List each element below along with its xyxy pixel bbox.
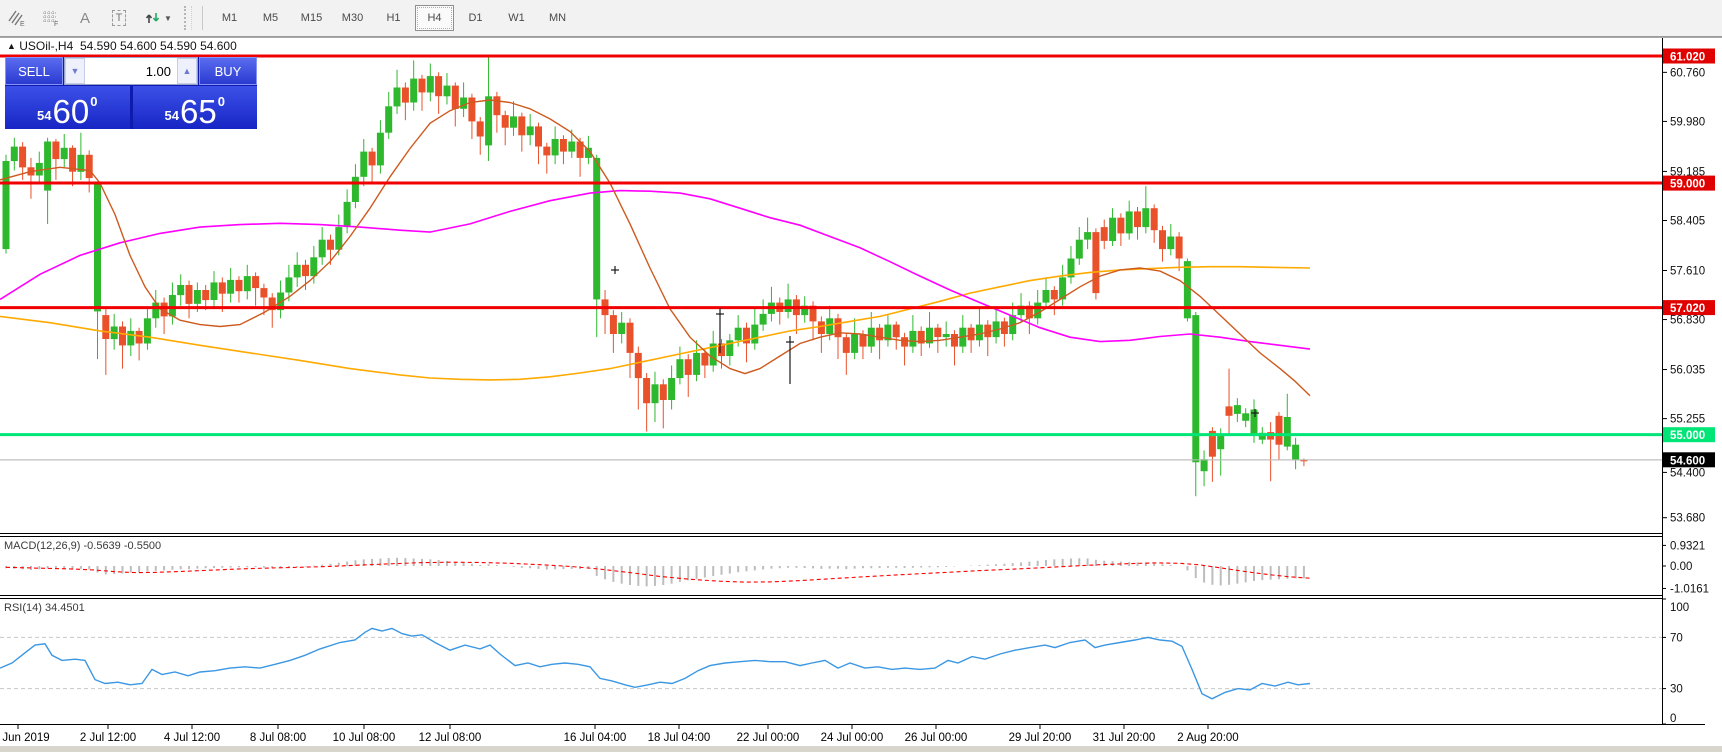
tf-button-W1[interactable]: W1 xyxy=(497,5,536,31)
pattern-e-icon[interactable]: E xyxy=(2,4,32,32)
date-axis: 28 Jun 2019 2 Jul 12:00 4 Jul 12:00 8 Jul 0… xyxy=(0,724,1239,744)
dropdown-caret-icon: ▼ xyxy=(164,14,172,23)
ask-price-big: 65 xyxy=(180,98,217,126)
cycle-arrows-icon[interactable]: ▼ xyxy=(138,4,178,32)
macd-signal-value: -0.5500 xyxy=(124,540,161,552)
svg-text:31 Jul 20:00: 31 Jul 20:00 xyxy=(1093,732,1156,744)
svg-text:16 Jul 04:00: 16 Jul 04:00 xyxy=(564,732,627,744)
svg-text:58.405: 58.405 xyxy=(1670,215,1705,227)
svg-text:100: 100 xyxy=(1670,602,1689,614)
tf-button-H4[interactable]: H4 xyxy=(415,5,454,31)
svg-text:8 Jul 08:00: 8 Jul 08:00 xyxy=(250,732,306,744)
svg-text:4 Jul 12:00: 4 Jul 12:00 xyxy=(164,732,220,744)
macd-main-value: -0.5639 xyxy=(83,540,120,552)
svg-text:56.035: 56.035 xyxy=(1670,365,1705,377)
svg-text:28 Jun 2019: 28 Jun 2019 xyxy=(0,732,50,744)
volume-stepper: ▼ 1.00 ▲ xyxy=(64,57,198,85)
timeframe-group: M1M5M15M30H1H4D1W1MN xyxy=(209,5,578,31)
buy-button[interactable]: BUY xyxy=(199,57,257,85)
volume-increment-button[interactable]: ▲ xyxy=(177,58,197,84)
svg-text:59.000: 59.000 xyxy=(1670,179,1705,191)
svg-text:12 Jul 08:00: 12 Jul 08:00 xyxy=(419,732,482,744)
svg-text:0.00: 0.00 xyxy=(1670,561,1692,573)
svg-text:0: 0 xyxy=(1670,713,1676,725)
svg-text:26 Jul 00:00: 26 Jul 00:00 xyxy=(905,732,968,744)
trading-terminal-window: 61.02060.76059.98059.18559.00058.40557.6… xyxy=(0,0,1722,752)
svg-text:24 Jul 00:00: 24 Jul 00:00 xyxy=(821,732,884,744)
svg-text:54.600: 54.600 xyxy=(1670,455,1705,467)
macd-label: MACD(12,26,9) -0.5639 -0.5500 xyxy=(4,540,161,552)
svg-text:0.9321: 0.9321 xyxy=(1670,540,1705,552)
tf-button-M1[interactable]: M1 xyxy=(210,5,249,31)
rsi-label: RSI(14) 34.4501 xyxy=(4,602,85,614)
svg-text:57.610: 57.610 xyxy=(1670,265,1705,277)
svg-text:E: E xyxy=(20,21,25,27)
chart-title[interactable]: ▲ USOil-,H4 54.590 54.600 54.590 54.600 xyxy=(7,39,237,53)
tf-button-M15[interactable]: M15 xyxy=(292,5,331,31)
toolbar: E F A T ▼ M1M5M15M30H1H4D1W1MN xyxy=(0,0,1722,37)
text-tool-icon[interactable]: T xyxy=(104,4,134,32)
bid-price-big: 60 xyxy=(53,98,90,126)
tf-button-D1[interactable]: D1 xyxy=(456,5,495,31)
svg-text:56.830: 56.830 xyxy=(1670,315,1705,327)
one-click-trade-panel: SELL ▼ 1.00 ▲ BUY 54600 54650 xyxy=(5,57,257,129)
window-bottom-edge xyxy=(0,746,1722,752)
symbol-period-label: USOil-,H4 xyxy=(19,39,73,53)
ask-price-small: 54 xyxy=(165,109,179,122)
tf-button-H1[interactable]: H1 xyxy=(374,5,413,31)
rsi-value: 34.4501 xyxy=(45,602,85,614)
svg-text:-1.0161: -1.0161 xyxy=(1670,583,1709,595)
chart-canvas[interactable]: 61.02060.76059.98059.18559.00058.40557.6… xyxy=(0,0,1722,752)
svg-text:53.680: 53.680 xyxy=(1670,513,1705,525)
svg-text:10 Jul 08:00: 10 Jul 08:00 xyxy=(333,732,396,744)
price-scale: 61.02060.76059.98059.18559.00058.40557.6… xyxy=(1662,49,1715,726)
volume-input[interactable]: 1.00 xyxy=(85,58,177,84)
ask-price-display[interactable]: 54650 xyxy=(133,86,258,129)
toolbar-separator xyxy=(202,6,203,30)
svg-text:F: F xyxy=(54,21,58,27)
bid-price-small: 54 xyxy=(37,109,51,122)
tf-button-M30[interactable]: M30 xyxy=(333,5,372,31)
svg-text:30: 30 xyxy=(1670,684,1683,696)
toolbar-grip[interactable] xyxy=(184,6,192,30)
grid-f-icon[interactable]: F xyxy=(36,4,66,32)
collapse-arrow-icon[interactable]: ▲ xyxy=(7,41,16,51)
sell-button[interactable]: SELL xyxy=(5,57,63,85)
svg-text:18 Jul 04:00: 18 Jul 04:00 xyxy=(648,732,711,744)
svg-text:57.020: 57.020 xyxy=(1670,303,1705,315)
ohlc-readout: 54.590 54.600 54.590 54.600 xyxy=(80,39,237,53)
svg-text:55.000: 55.000 xyxy=(1670,430,1705,442)
tf-button-M5[interactable]: M5 xyxy=(251,5,290,31)
bid-price-sup: 0 xyxy=(90,95,97,108)
tf-button-MN[interactable]: MN xyxy=(538,5,577,31)
svg-text:61.020: 61.020 xyxy=(1670,52,1705,64)
svg-text:29 Jul 20:00: 29 Jul 20:00 xyxy=(1009,732,1072,744)
svg-text:59.980: 59.980 xyxy=(1670,116,1705,128)
svg-text:2 Jul 12:00: 2 Jul 12:00 xyxy=(80,732,136,744)
ask-price-sup: 0 xyxy=(218,95,225,108)
svg-text:55.255: 55.255 xyxy=(1670,414,1705,426)
svg-text:60.760: 60.760 xyxy=(1670,67,1705,79)
svg-text:70: 70 xyxy=(1670,632,1683,644)
volume-decrement-button[interactable]: ▼ xyxy=(65,58,85,84)
svg-text:22 Jul 00:00: 22 Jul 00:00 xyxy=(737,732,800,744)
svg-text:54.400: 54.400 xyxy=(1670,467,1705,479)
svg-text:2 Aug 20:00: 2 Aug 20:00 xyxy=(1177,732,1238,744)
letter-a-icon[interactable]: A xyxy=(70,4,100,32)
bid-price-display[interactable]: 54600 xyxy=(5,86,130,129)
